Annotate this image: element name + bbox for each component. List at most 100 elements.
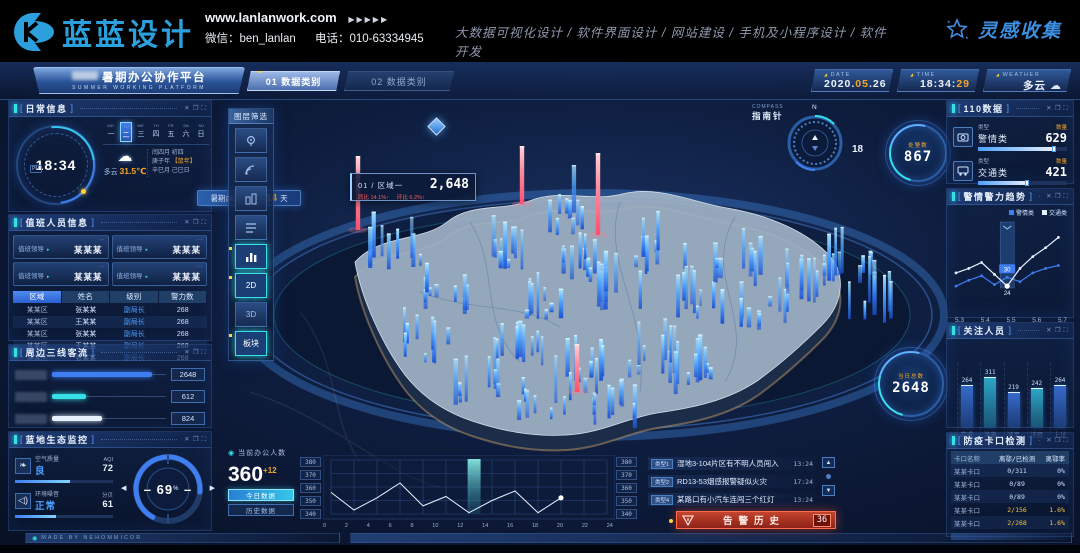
expand-icon[interactable]: ⛶ [201, 219, 206, 226]
focus-bar: 219涉黑 [1004, 363, 1023, 439]
arrows-decoration: ▶▶▶▶▶ [348, 15, 389, 24]
building-icon[interactable] [235, 186, 267, 211]
expand-icon[interactable]: ⛶ [1063, 327, 1068, 334]
alert-row[interactable]: 类型1湿地3-104片区有不明人员闯入13:24 [648, 457, 816, 470]
duty-leader-card[interactable]: 值班领导···某某某 [112, 262, 208, 286]
duty-leader-card[interactable]: 值班领导···某某某 [13, 262, 109, 286]
person-icon: ◉ [228, 449, 235, 457]
dispatch-count-gauge: 处警数 867 [889, 124, 947, 182]
expand-icon[interactable]: ⛶ [201, 105, 206, 112]
layer-block-button[interactable]: 板块 [235, 331, 267, 356]
gauge-left-arrow-icon[interactable]: ◀ [121, 484, 126, 492]
window-icon[interactable]: ❐ [1055, 105, 1061, 112]
list-icon[interactable] [235, 215, 267, 240]
footer-caption: MADE BY NEHOMMICOR [41, 535, 142, 541]
weekday-th: TH四 [150, 122, 162, 142]
compass-north-label: N [812, 104, 817, 111]
table-row: 某某区王某某副局长268 [13, 316, 207, 328]
duty-leader-cards: 值班领导···某某某值班领导···某某某值班领导···某某某值班领导···某某某 [9, 231, 211, 290]
website-link[interactable]: www.lanlanwork.com [205, 10, 337, 25]
close-icon[interactable]: ✕ [1046, 193, 1051, 200]
blurred-line-label [15, 414, 47, 424]
alert-row[interactable]: 类型2RD13-53烟感报警疑似火灾17:24 [648, 475, 816, 488]
trend-legend: 警情类 交通类 [947, 205, 1073, 217]
flow-bar-row: 824 [15, 410, 205, 427]
time-display: TIME 18:34:29 [897, 69, 979, 92]
tab-data-category-2[interactable]: 02 数据类别 [344, 71, 454, 91]
window-icon[interactable]: ❐ [193, 436, 199, 443]
y-tick-label: 370 [300, 470, 321, 480]
alert-scroll-controls: ▲ ▼ [822, 457, 835, 496]
alarm-type-row: 类型数量警情类629 [953, 123, 1067, 151]
close-icon[interactable]: ✕ [184, 219, 189, 226]
scroll-up-icon[interactable]: ▲ [822, 457, 835, 468]
panel-controls: ✕ ❐⛶ [1046, 105, 1068, 112]
close-icon[interactable]: ✕ [184, 349, 189, 356]
x-tick-label: 8 [410, 523, 413, 529]
duty-leader-card[interactable]: 值班领导···某某某 [13, 235, 109, 259]
today-data-button[interactable]: 今日数据 [228, 489, 294, 501]
table-row: 某某区张某某副局长268 [13, 328, 207, 340]
window-icon[interactable]: ❐ [193, 349, 199, 356]
office-trend-chart [323, 455, 615, 521]
services-list: 大数据可视化设计 / 软件界面设计 / 网站建设 / 手机及小程序设计 / 软件… [455, 22, 895, 60]
weekday-tu: TU二 [120, 122, 132, 142]
checkpoint-pager[interactable] [951, 533, 1069, 540]
blurred-line-label [15, 370, 47, 380]
layer-3d-button[interactable]: 3D [235, 302, 267, 327]
panel-controls: ✕ ❐⛶ [1046, 193, 1068, 200]
window-icon[interactable]: ❐ [1055, 193, 1061, 200]
alert-message: RD13-53烟感报警疑似火灾 [677, 476, 789, 487]
alert-type-badge: 类型4 [651, 495, 673, 505]
collect-button[interactable]: 灵感收集 [944, 16, 1062, 43]
expand-icon[interactable]: ⛶ [1063, 105, 1068, 112]
alarm-type-name: 交通类 [978, 166, 1008, 179]
alert-row[interactable]: 类型4某路口有小汽车连闯三个红灯13:24 [648, 493, 816, 506]
weather-display: WEATHER 多云☁ [983, 69, 1071, 92]
alarm-history-button[interactable]: 告警历史 36 [676, 511, 836, 529]
close-icon[interactable]: ✕ [184, 436, 189, 443]
signal-icon[interactable] [235, 157, 267, 182]
svg-text:30: 30 [1004, 267, 1011, 273]
window-icon[interactable]: ❐ [1055, 437, 1061, 444]
scroll-down-icon[interactable]: ▼ [822, 485, 835, 496]
logo-icon [12, 11, 54, 53]
panel-alarm-trend: [ 警情警力趋势 ]✕❐⛶ 警情类 交通类 3024 5.35.45.55.65… [946, 188, 1074, 318]
gauge-right-arrow-icon[interactable]: ▶ [210, 484, 215, 492]
window-icon[interactable]: ❐ [1055, 327, 1061, 334]
panel-checkpoint: [ 防疫卡口检测 ]✕❐⛶ 卡口名称离鄂/已检测离鄂率某某卡口0/3110%某某… [946, 432, 1074, 537]
warning-icon [681, 514, 695, 526]
duty-leader-card[interactable]: 值班领导···某某某 [112, 235, 208, 259]
x-tick-label: 0 [323, 523, 326, 529]
alert-type-badge: 类型1 [651, 459, 673, 469]
poi-icon[interactable] [235, 128, 267, 153]
expand-icon[interactable]: ⛶ [201, 349, 206, 356]
chart-icon[interactable] [235, 244, 267, 269]
expand-icon[interactable]: ⛶ [1063, 437, 1068, 444]
y-tick-label: 370 [616, 470, 637, 480]
map-tooltip: 01 / 区域一 2,648 同比 14.1%↑ 环比 6.2%↑ [350, 173, 476, 201]
window-icon[interactable]: ❐ [193, 219, 199, 226]
table-header-row: 区域姓名级别警力数 [13, 290, 207, 303]
history-data-button[interactable]: 历史数据 [228, 504, 294, 516]
window-icon[interactable]: ❐ [193, 105, 199, 112]
layer-2d-button[interactable]: 2D [235, 273, 267, 298]
flow-bar-row: 612 [15, 388, 205, 405]
alarm-type-name: 警情类 [978, 132, 1008, 145]
lunar-calendar: 闰四月 初四 庚子年 【鼠年】 辛巳月 己巳日 [147, 149, 209, 177]
office-count-label: 当前办公人数 [238, 448, 286, 458]
tooltip-yoy: 同比 14.1%↑ [358, 193, 389, 201]
tab-data-category-1[interactable]: 01 数据类别 [247, 71, 340, 91]
wechat-label: 微信：ben_lanlan [205, 33, 296, 45]
close-icon[interactable]: ✕ [1046, 105, 1051, 112]
table-row: 某某卡口0/890% [951, 477, 1069, 490]
close-icon[interactable]: ✕ [1046, 327, 1051, 334]
x-tick-label: 10 [432, 523, 438, 529]
expand-icon[interactable]: ⛶ [1063, 193, 1068, 200]
x-tick-label: 20 [557, 523, 563, 529]
close-icon[interactable]: ✕ [184, 105, 189, 112]
panel-title: 110数据 [964, 102, 1004, 115]
clock-arc [1, 110, 110, 219]
expand-icon[interactable]: ⛶ [201, 436, 206, 443]
close-icon[interactable]: ✕ [1046, 437, 1051, 444]
